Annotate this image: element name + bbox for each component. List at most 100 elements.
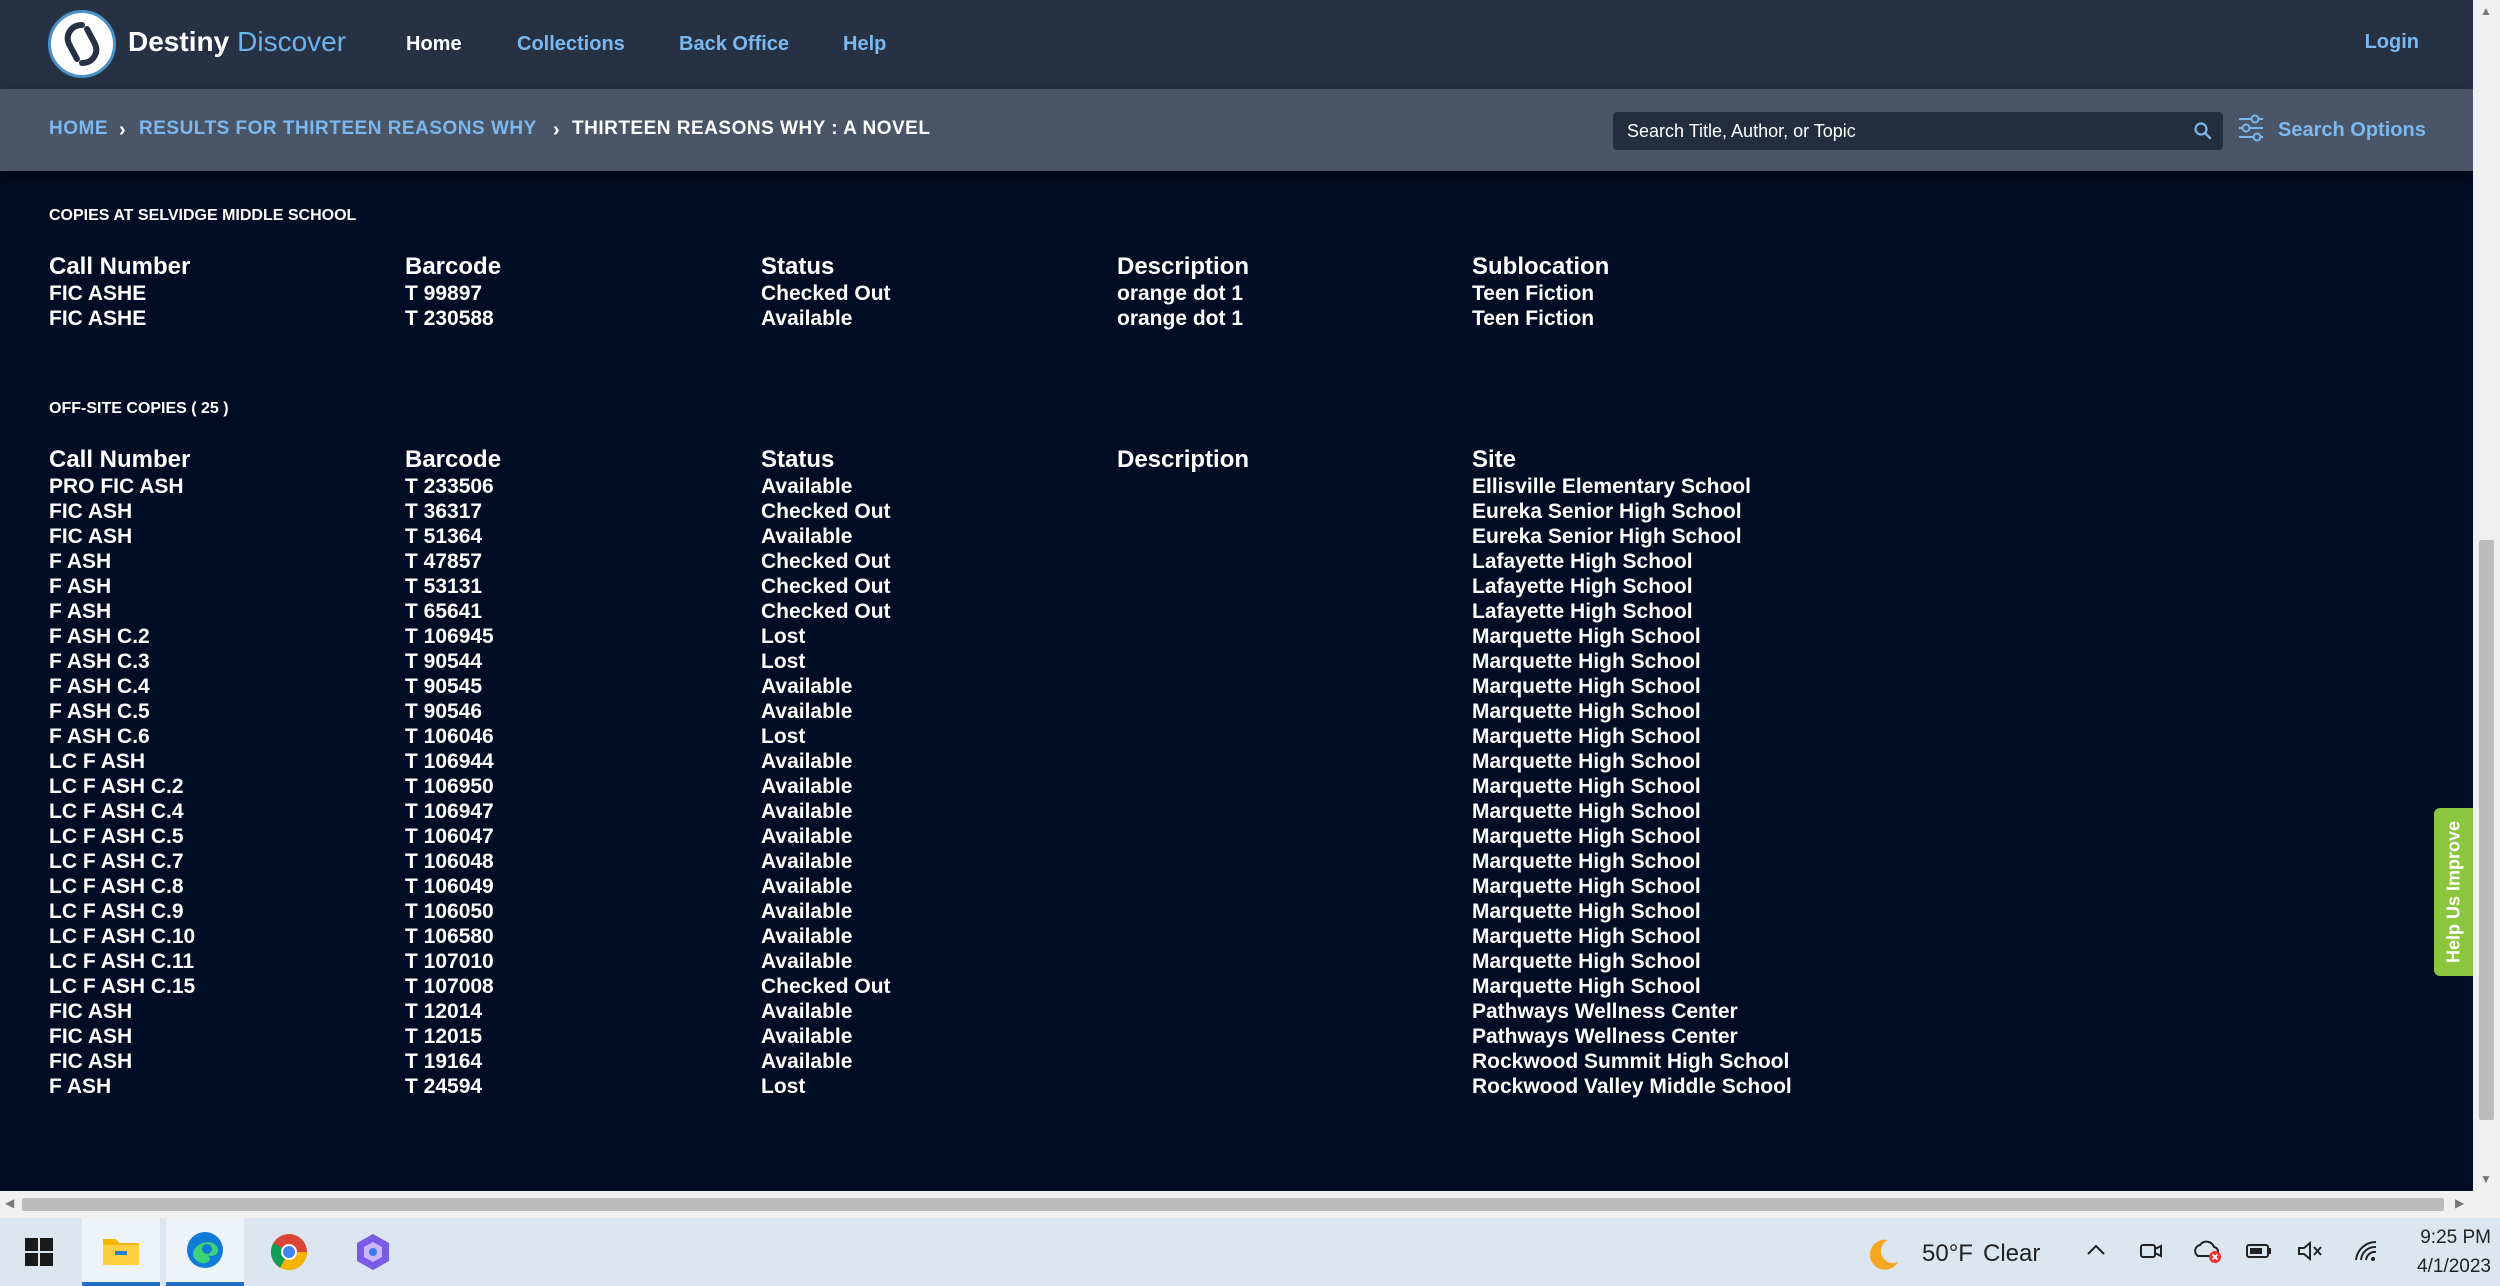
- cell-status: Available: [761, 1025, 853, 1048]
- cell-site: Marquette High School: [1472, 850, 1701, 873]
- meet-now-icon[interactable]: [2138, 1238, 2164, 1269]
- start-icon[interactable]: [0, 1218, 78, 1286]
- cell-call-number: FIC ASH: [49, 525, 133, 548]
- cell-barcode: T 106950: [405, 775, 494, 798]
- top-nav-bar: Destiny Discover Home Collections Back Of…: [0, 0, 2473, 89]
- edge-icon[interactable]: [166, 1218, 244, 1286]
- cell-barcode: T 106944: [405, 750, 494, 773]
- cell-status: Available: [761, 925, 853, 948]
- cell-status: Available: [761, 875, 853, 898]
- chrome-icon[interactable]: [250, 1218, 328, 1286]
- cell-site: Marquette High School: [1472, 675, 1701, 698]
- cell-status: Available: [761, 475, 853, 498]
- cell-status: Checked Out: [761, 500, 891, 523]
- cell-barcode: T 90546: [405, 700, 483, 723]
- cell-site: Marquette High School: [1472, 750, 1701, 773]
- scroll-right-icon[interactable]: ▶: [2455, 1196, 2464, 1210]
- brand-name[interactable]: Destiny Discover: [128, 26, 346, 58]
- login-link[interactable]: Login: [2365, 31, 2419, 54]
- cell-call-number: F ASH C.6: [49, 725, 150, 748]
- breadcrumb-results[interactable]: RESULTS FOR THIRTEEN REASONS WHY: [139, 118, 537, 140]
- search-input[interactable]: [1613, 112, 2183, 150]
- cell-status: Available: [761, 525, 853, 548]
- cell-barcode: T 106050: [405, 900, 494, 923]
- cell-site: Lafayette High School: [1472, 575, 1693, 598]
- col-call-number: Call Number: [49, 446, 191, 473]
- local-copies-title: COPIES AT SELVIDGE MIDDLE SCHOOL: [49, 207, 357, 224]
- breadcrumb-current: THIRTEEN REASONS WHY : A NOVEL: [572, 118, 931, 139]
- col-status: Status: [761, 253, 835, 280]
- col-description: Description: [1117, 253, 1250, 280]
- cell-barcode: T 99897: [405, 282, 483, 305]
- sliders-icon[interactable]: [2237, 113, 2265, 148]
- nav-collections[interactable]: Collections: [517, 33, 625, 56]
- chevron-up-icon[interactable]: [2084, 1238, 2108, 1267]
- moon-icon[interactable]: [1864, 1236, 1902, 1279]
- col-sublocation: Sublocation: [1472, 253, 1610, 280]
- horizontal-scrollbar[interactable]: ◀ ▶: [0, 1191, 2473, 1218]
- cell-barcode: T 230588: [405, 307, 494, 330]
- cell-barcode: T 106047: [405, 825, 494, 848]
- volume-muted-icon[interactable]: [2296, 1238, 2324, 1269]
- cell-barcode: T 12015: [405, 1025, 483, 1048]
- cell-status: Checked Out: [761, 575, 891, 598]
- offsite-copies-title: OFF-SITE COPIES ( 25 ): [49, 400, 229, 417]
- cell-site: Ellisville Elementary School: [1472, 475, 1751, 498]
- cell-site: Lafayette High School: [1472, 550, 1693, 573]
- cell-call-number: LC F ASH C.8: [49, 875, 184, 898]
- horizontal-scroll-thumb[interactable]: [22, 1198, 2444, 1211]
- cell-call-number: LC F ASH C.11: [49, 950, 195, 973]
- cell-barcode: T 106049: [405, 875, 494, 898]
- cell-barcode: T 106580: [405, 925, 494, 948]
- onedrive-error-icon[interactable]: [2192, 1238, 2222, 1269]
- cell-status: Lost: [761, 1075, 806, 1098]
- cell-barcode: T 12014: [405, 1000, 483, 1023]
- battery-icon[interactable]: [2245, 1238, 2273, 1269]
- search-box: [1613, 112, 2223, 150]
- wifi-icon[interactable]: [2352, 1238, 2380, 1269]
- nav-home[interactable]: Home: [406, 33, 462, 56]
- cell-call-number: LC F ASH C.10: [49, 925, 196, 948]
- col-status: Status: [761, 446, 835, 473]
- chevron-right-icon: ›: [119, 119, 126, 141]
- clock-date[interactable]: 4/1/2023: [2405, 1256, 2491, 1278]
- col-call-number: Call Number: [49, 253, 191, 280]
- nav-back-office[interactable]: Back Office: [679, 33, 789, 56]
- cell-status: Checked Out: [761, 282, 891, 305]
- taskbar: 50°F Clear 9:25 PM 4/1/2023: [0, 1218, 2500, 1286]
- search-icon[interactable]: [2193, 121, 2213, 146]
- cell-site: Marquette High School: [1472, 775, 1701, 798]
- cell-sublocation: Teen Fiction: [1472, 282, 1595, 305]
- cell-barcode: T 233506: [405, 475, 494, 498]
- scroll-up-icon[interactable]: ▲: [2480, 4, 2492, 18]
- cell-barcode: T 65641: [405, 600, 483, 623]
- breadcrumb-home[interactable]: HOME: [49, 118, 108, 140]
- cell-barcode: T 51364: [405, 525, 483, 548]
- destiny-logo-icon[interactable]: [48, 10, 116, 78]
- file-explorer-icon[interactable]: [82, 1218, 160, 1286]
- cell-site: Marquette High School: [1472, 975, 1701, 998]
- cell-site: Marquette High School: [1472, 825, 1701, 848]
- nav-help[interactable]: Help: [843, 33, 886, 56]
- help-us-improve-label: Help Us Improve: [2443, 820, 2464, 964]
- copilot-icon[interactable]: [334, 1218, 412, 1286]
- cell-call-number: F ASH C.4: [49, 675, 150, 698]
- cell-site: Marquette High School: [1472, 650, 1701, 673]
- scroll-down-icon[interactable]: ▼: [2480, 1172, 2492, 1186]
- scroll-left-icon[interactable]: ◀: [5, 1196, 14, 1210]
- vertical-scrollbar[interactable]: ▲ ▼: [2473, 0, 2500, 1191]
- cell-status: Available: [761, 900, 853, 923]
- cell-site: Marquette High School: [1472, 725, 1701, 748]
- cell-call-number: F ASH: [49, 600, 112, 623]
- search-options-link[interactable]: Search Options: [2278, 119, 2426, 142]
- weather-temperature[interactable]: 50°F: [1922, 1240, 1973, 1268]
- cell-status: Checked Out: [761, 600, 891, 623]
- cell-status: Lost: [761, 625, 806, 648]
- help-us-improve-tab[interactable]: Help Us Improve: [2434, 808, 2474, 976]
- col-description: Description: [1117, 446, 1250, 473]
- cell-call-number: F ASH C.5: [49, 700, 150, 723]
- weather-condition[interactable]: Clear: [1983, 1240, 2040, 1268]
- vertical-scroll-thumb[interactable]: [2479, 540, 2494, 1120]
- clock-time[interactable]: 9:25 PM: [2405, 1227, 2491, 1249]
- cell-status: Available: [761, 750, 853, 773]
